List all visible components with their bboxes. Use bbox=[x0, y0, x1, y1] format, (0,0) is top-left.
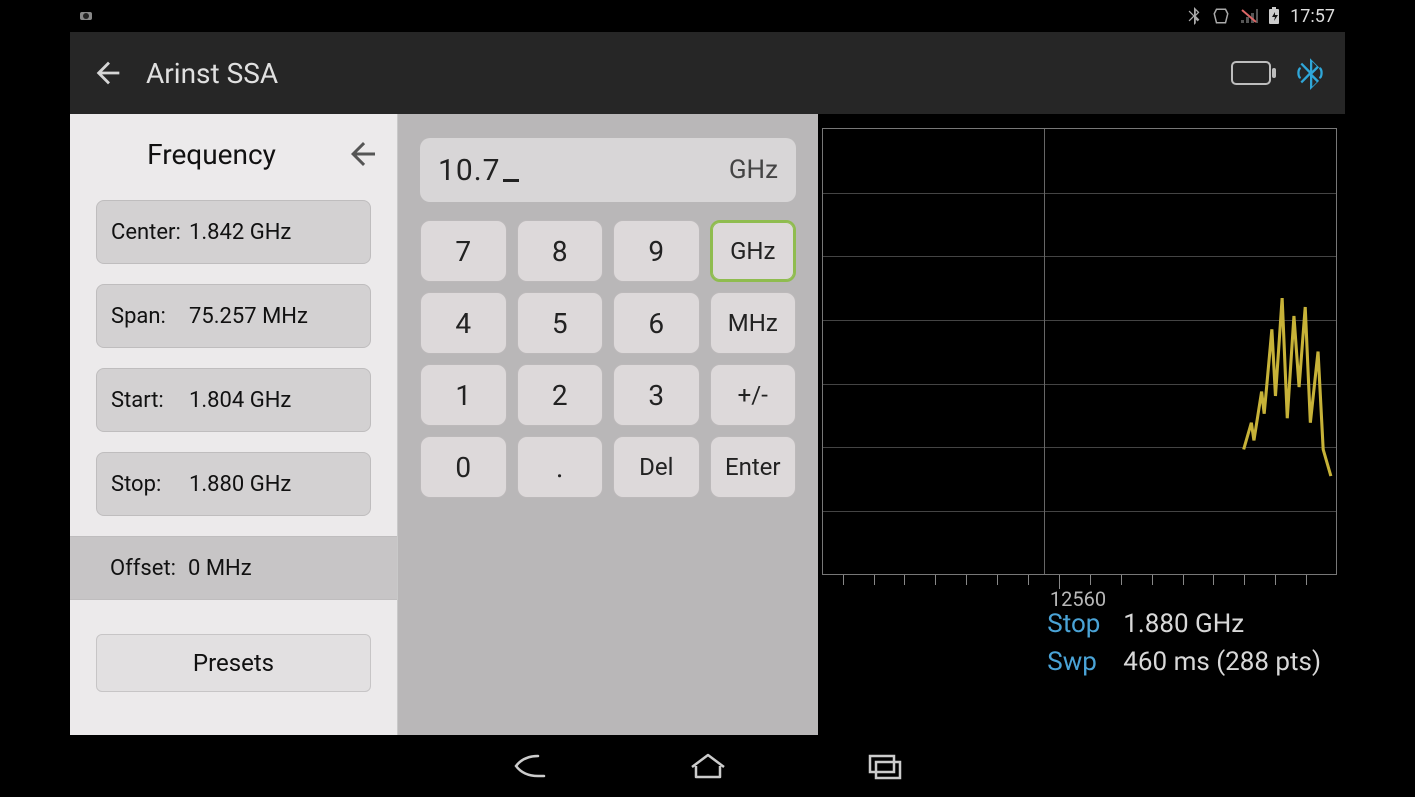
frequency-input-value: 10.7 bbox=[438, 153, 729, 188]
span-value: 75.257 MHz bbox=[189, 304, 308, 329]
key-6[interactable]: 6 bbox=[613, 292, 700, 354]
plot-frame bbox=[822, 128, 1337, 575]
nav-recents-button[interactable] bbox=[862, 748, 910, 784]
plot-info: Stop 1.880 GHz Swp 460 ms (288 pts) bbox=[1047, 605, 1321, 681]
key-1-label: 1 bbox=[455, 379, 471, 412]
key-plus-minus[interactable]: +/- bbox=[710, 364, 797, 426]
key-0-label: 0 bbox=[455, 451, 471, 484]
device-frame: 17:57 Arinst SSA Frequency bbox=[70, 0, 1345, 797]
frequency-input-unit: GHz bbox=[729, 155, 778, 185]
stop-label: Stop: bbox=[111, 472, 183, 497]
back-button[interactable] bbox=[90, 55, 126, 91]
device-battery-icon bbox=[1231, 61, 1271, 85]
key-del[interactable]: Del bbox=[613, 436, 700, 498]
nav-back-button[interactable] bbox=[506, 748, 554, 784]
key-2[interactable]: 2 bbox=[517, 364, 604, 426]
stop-frequency-row[interactable]: Stop: 1.880 GHz bbox=[96, 452, 371, 516]
key-4[interactable]: 4 bbox=[420, 292, 507, 354]
stop-info-value: 1.880 GHz bbox=[1123, 605, 1244, 643]
collapse-panel-button[interactable] bbox=[335, 136, 381, 172]
presets-button[interactable]: Presets bbox=[96, 634, 371, 692]
offset-label: Offset: bbox=[110, 556, 182, 581]
frequency-header: Frequency bbox=[70, 114, 397, 190]
key-4-label: 4 bbox=[455, 307, 471, 340]
key-5[interactable]: 5 bbox=[517, 292, 604, 354]
key-7[interactable]: 7 bbox=[420, 220, 507, 282]
bluetooth-icon bbox=[1186, 7, 1202, 25]
vibrate-icon bbox=[1212, 7, 1230, 25]
app-title: Arinst SSA bbox=[146, 57, 278, 90]
spectrum-plot[interactable]: 12560 Stop 1.880 GHz Swp 460 ms (288 pts… bbox=[818, 114, 1345, 735]
key-plus-minus-label: +/- bbox=[738, 381, 768, 409]
key-ghz[interactable]: GHz bbox=[710, 220, 797, 282]
start-label: Start: bbox=[111, 388, 183, 413]
span-label: Span: bbox=[111, 304, 183, 329]
key-5-label: 5 bbox=[552, 307, 568, 340]
battery-charging-icon bbox=[1268, 7, 1280, 25]
key-8[interactable]: 8 bbox=[517, 220, 604, 282]
offset-frequency-row[interactable]: Offset: 0 MHz bbox=[70, 536, 397, 600]
key-2-label: 2 bbox=[552, 379, 568, 412]
android-nav-bar bbox=[70, 735, 1345, 797]
spectrum-trace bbox=[823, 129, 1336, 574]
presets-label: Presets bbox=[193, 649, 274, 677]
frequency-heading: Frequency bbox=[88, 138, 335, 171]
key-3[interactable]: 3 bbox=[613, 364, 700, 426]
stop-value: 1.880 GHz bbox=[189, 472, 291, 497]
key-dot[interactable]: . bbox=[517, 436, 604, 498]
start-frequency-row[interactable]: Start: 1.804 GHz bbox=[96, 368, 371, 432]
clock: 17:57 bbox=[1290, 6, 1335, 27]
key-mhz[interactable]: MHz bbox=[710, 292, 797, 354]
key-del-label: Del bbox=[639, 453, 673, 481]
key-dot-label: . bbox=[556, 451, 563, 484]
key-enter[interactable]: Enter bbox=[710, 436, 797, 498]
bluetooth-active-icon bbox=[1295, 56, 1325, 90]
frequency-input[interactable]: 10.7 GHz bbox=[420, 138, 796, 202]
key-7-label: 7 bbox=[455, 235, 471, 268]
keypad-grid: 7 8 9 GHz 4 5 6 MHz 1 2 3 +/- 0 . Del En… bbox=[420, 220, 796, 498]
sweep-info-value: 460 ms (288 pts) bbox=[1123, 643, 1321, 681]
center-value: 1.842 GHz bbox=[189, 220, 291, 245]
stop-info-label: Stop bbox=[1047, 605, 1111, 643]
screen-record-icon bbox=[80, 12, 92, 20]
frequency-panel: Frequency Center: 1.842 GHz Span: 75.257… bbox=[70, 114, 398, 735]
key-0[interactable]: 0 bbox=[420, 436, 507, 498]
start-value: 1.804 GHz bbox=[189, 388, 291, 413]
key-3-label: 3 bbox=[648, 379, 664, 412]
content-row: Frequency Center: 1.842 GHz Span: 75.257… bbox=[70, 114, 1345, 735]
span-frequency-row[interactable]: Span: 75.257 MHz bbox=[96, 284, 371, 348]
key-9-label: 9 bbox=[648, 235, 664, 268]
sweep-info-label: Swp bbox=[1047, 643, 1111, 681]
key-6-label: 6 bbox=[648, 307, 664, 340]
android-status-bar: 17:57 bbox=[70, 0, 1345, 32]
key-enter-label: Enter bbox=[725, 453, 781, 481]
key-ghz-label: GHz bbox=[730, 237, 775, 265]
no-signal-icon bbox=[1240, 8, 1258, 24]
key-8-label: 8 bbox=[552, 235, 568, 268]
key-1[interactable]: 1 bbox=[420, 364, 507, 426]
key-mhz-label: MHz bbox=[728, 309, 778, 337]
center-frequency-row[interactable]: Center: 1.842 GHz bbox=[96, 200, 371, 264]
app-bar: Arinst SSA bbox=[70, 32, 1345, 114]
nav-home-button[interactable] bbox=[684, 748, 732, 784]
frequency-input-text: 10.7 bbox=[438, 153, 501, 188]
offset-value: 0 MHz bbox=[188, 556, 252, 581]
keypad-panel: 10.7 GHz 7 8 9 GHz 4 5 6 MHz 1 2 3 +/- 0… bbox=[398, 114, 818, 735]
key-9[interactable]: 9 bbox=[613, 220, 700, 282]
center-label: Center: bbox=[111, 220, 183, 245]
